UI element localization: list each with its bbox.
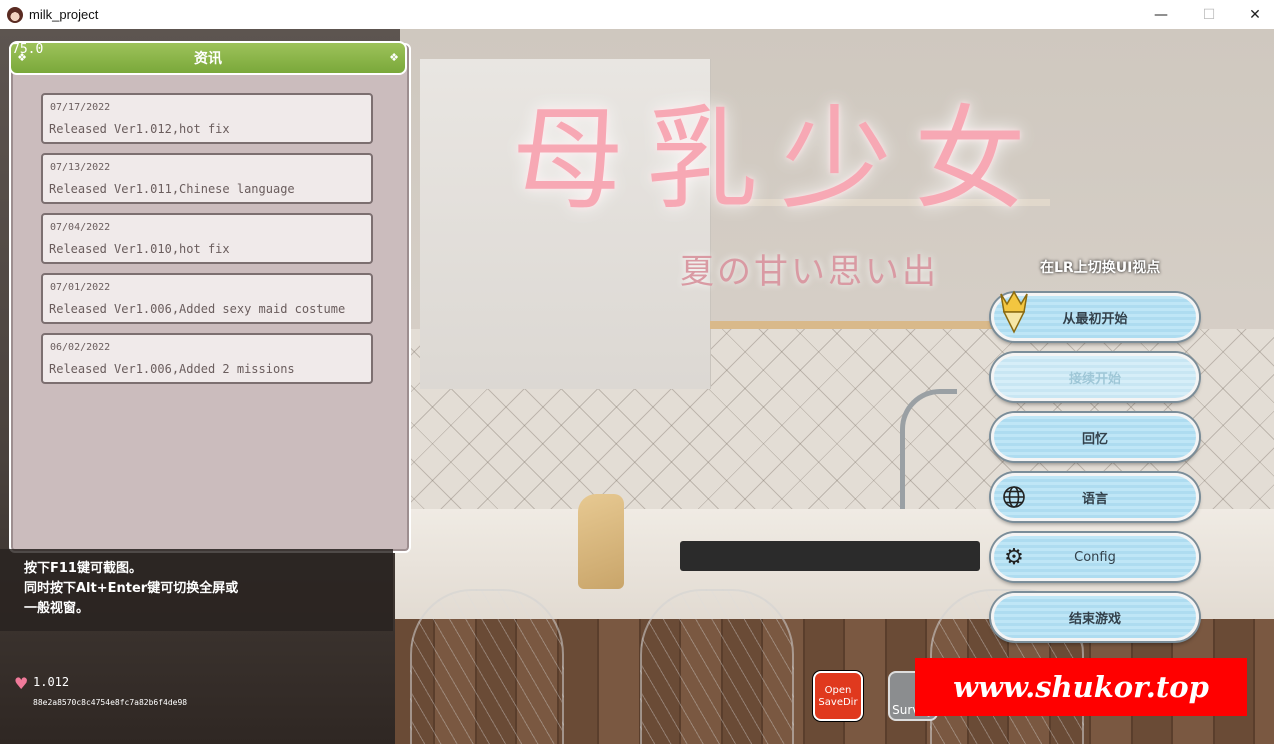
open-save-dir-button[interactable]: Open SaveDir <box>813 671 863 721</box>
exit-game-button[interactable]: 结束游戏 <box>991 593 1199 641</box>
background-shelf <box>710 321 1030 329</box>
game-canvas: 母乳少女 夏の甘い思い出 ❖ 资讯 ❖ 75.0 07/17/2022 Rele… <box>0 29 1274 744</box>
hint-line: 一般视窗。 <box>24 601 90 616</box>
news-date: 06/02/2022 <box>50 342 111 353</box>
game-logo-subtitle: 夏の甘い思い出 <box>680 252 939 292</box>
news-text: Released Ver1.011,Chinese language <box>49 182 295 196</box>
continue-label: 接续开始 <box>1068 371 1121 387</box>
new-game-label: 从最初开始 <box>1062 311 1128 327</box>
hint-line: 按下F11键可截图。 <box>24 561 142 576</box>
maximize-button[interactable]: ☐ <box>1186 0 1232 29</box>
heart-icon: ♥ <box>14 674 29 693</box>
lr-view-hint: 在LR上切换UI视点 <box>1040 260 1161 276</box>
recollection-button[interactable]: 回忆 <box>991 413 1199 461</box>
background-knife-block <box>578 494 624 589</box>
news-header: ❖ 资讯 ❖ <box>9 41 407 75</box>
background-stool <box>410 589 564 744</box>
news-item[interactable]: 07/13/2022 Released Ver1.011,Chinese lan… <box>41 153 373 204</box>
game-logo-title: 母乳少女 <box>512 95 1048 225</box>
news-text: Released Ver1.006,Added 2 missions <box>49 362 295 376</box>
news-header-label: 资讯 <box>194 51 222 67</box>
window-title: milk_project <box>29 7 99 22</box>
minimize-button[interactable]: — <box>1138 0 1184 29</box>
app-icon <box>7 6 23 23</box>
build-hash: 88e2a8570c8c4754e8fc7a82b6f4de98 <box>33 698 188 707</box>
continue-button[interactable]: 接续开始 <box>991 353 1199 401</box>
crown-cursor-icon <box>997 290 1031 334</box>
news-date: 07/04/2022 <box>50 222 111 233</box>
recollection-label: 回忆 <box>1081 431 1108 447</box>
language-button[interactable]: 语言 <box>991 473 1199 521</box>
version-number: 1.012 <box>33 675 70 689</box>
background-cooktop <box>680 541 980 571</box>
news-date: 07/01/2022 <box>50 282 111 293</box>
background-faucet <box>900 389 957 514</box>
news-date: 07/13/2022 <box>50 162 111 173</box>
news-item[interactable]: 07/04/2022 Released Ver1.010,hot fix <box>41 213 373 264</box>
globe-icon <box>1001 484 1027 510</box>
new-game-button[interactable]: 从最初开始 <box>991 290 1199 341</box>
window-title-bar: milk_project — ☐ ✕ <box>0 0 1274 29</box>
config-button[interactable]: ⚙ Config <box>991 533 1199 581</box>
background-stool <box>640 589 794 744</box>
exit-game-label: 结束游戏 <box>1068 611 1121 627</box>
ornament-icon: ❖ <box>389 51 399 64</box>
news-text: Released Ver1.006,Added sexy maid costum… <box>49 302 346 316</box>
hint-line: 同时按下Alt+Enter键可切换全屏或 <box>24 581 239 596</box>
gear-icon: ⚙ <box>1004 544 1024 570</box>
news-item[interactable]: 07/17/2022 Released Ver1.012,hot fix <box>41 93 373 144</box>
news-date: 07/17/2022 <box>50 102 111 113</box>
watermark-banner: www.shukor.top <box>915 658 1247 716</box>
news-item[interactable]: 06/02/2022 Released Ver1.006,Added 2 mis… <box>41 333 373 384</box>
top-left-text: 75.0 <box>12 42 44 57</box>
news-text: Released Ver1.010,hot fix <box>49 242 230 256</box>
close-button[interactable]: ✕ <box>1232 0 1274 29</box>
news-item[interactable]: 07/01/2022 Released Ver1.006,Added sexy … <box>41 273 373 324</box>
news-text: Released Ver1.012,hot fix <box>49 122 230 136</box>
keyboard-hint: 按下F11键可截图。 同时按下Alt+Enter键可切换全屏或 一般视窗。 <box>0 549 393 631</box>
language-label: 语言 <box>1081 491 1108 507</box>
config-label: Config <box>1074 549 1116 565</box>
